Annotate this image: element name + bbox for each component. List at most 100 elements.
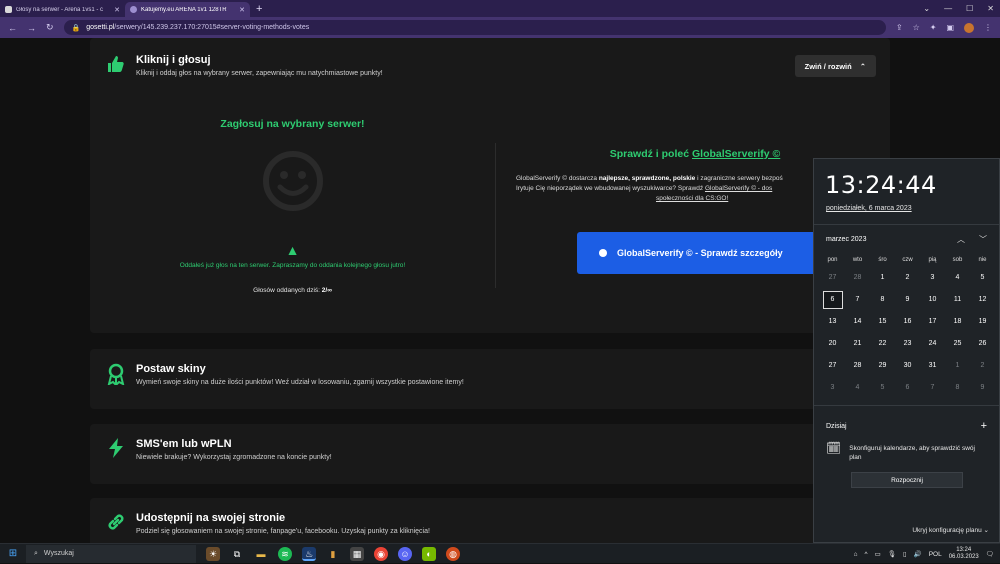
calendar-day-today[interactable]: 6 <box>820 289 845 311</box>
calendar-day[interactable]: 12 <box>970 289 995 311</box>
tray-app-icon[interactable]: ⌂ <box>854 551 858 558</box>
calendar-day[interactable]: 29 <box>870 355 895 377</box>
calendar-day[interactable]: 20 <box>820 333 845 355</box>
network-icon[interactable]: ▭ <box>875 550 881 558</box>
extensions-icon[interactable]: ✦ <box>930 23 937 32</box>
calendar-day[interactable]: 31 <box>920 355 945 377</box>
calendar-day[interactable]: 14 <box>845 311 870 333</box>
nvidia-icon[interactable]: ◐ <box>422 546 436 561</box>
calendar-day[interactable]: 11 <box>945 289 970 311</box>
calendar-day[interactable]: 4 <box>945 267 970 289</box>
calendar-day[interactable]: 26 <box>970 333 995 355</box>
maximize-icon[interactable]: ☐ <box>966 4 973 13</box>
app-icon[interactable]: ▮ <box>326 547 340 561</box>
close-tab-icon[interactable]: ✕ <box>114 6 120 14</box>
full-date-link[interactable]: poniedziałek, 6 marca 2023 <box>814 205 999 212</box>
taskbar-search[interactable]: ⌕ Wyszukaj <box>26 544 196 563</box>
calendar-day[interactable]: 9 <box>895 289 920 311</box>
widget-icon[interactable]: ☀ <box>206 546 220 561</box>
gs-link-2[interactable]: społeczności dla CS:GO! <box>516 195 728 202</box>
calendar-day[interactable]: 30 <box>895 355 920 377</box>
profile-avatar[interactable] <box>964 22 974 33</box>
calendar-day[interactable]: 6 <box>895 377 920 399</box>
calendar-day[interactable]: 21 <box>845 333 870 355</box>
calendar-day[interactable]: 27 <box>820 267 845 289</box>
weekday-header: sob <box>952 257 963 263</box>
add-event-icon[interactable]: + <box>981 420 987 432</box>
calendar-day[interactable]: 22 <box>870 333 895 355</box>
calendar-day[interactable]: 1 <box>870 267 895 289</box>
tab-votes[interactable]: Głosy na serwer - Arena 1vs1 - c ✕ <box>0 2 125 17</box>
tab-katujemy[interactable]: Katujemy.eu ARENA 1v1 128TR ✕ <box>125 2 250 17</box>
back-icon[interactable]: ← <box>8 23 17 33</box>
calendar-day[interactable]: 17 <box>920 311 945 333</box>
discord-icon[interactable]: ☺ <box>398 546 412 561</box>
volume-icon[interactable]: 🔊 <box>914 550 922 558</box>
calendar-day[interactable]: 2 <box>895 267 920 289</box>
app-icon[interactable]: ◍ <box>446 546 460 561</box>
calendar-day[interactable]: 13 <box>820 311 845 333</box>
task-view-icon[interactable]: ⧉ <box>230 547 244 561</box>
day-number: 4 <box>855 384 860 391</box>
calendar-day[interactable]: 24 <box>920 333 945 355</box>
collapse-toggle-button[interactable]: Zwiń / rozwiń ⌃ <box>794 55 876 77</box>
month-label[interactable]: marzec 2023 <box>826 236 866 243</box>
calendar-day[interactable]: 3 <box>920 267 945 289</box>
calendar-day[interactable]: 23 <box>895 333 920 355</box>
forward-icon[interactable]: → <box>27 23 36 33</box>
gs-link[interactable]: GlobalServerify © - dos <box>705 185 772 192</box>
minimize-icon[interactable]: — <box>944 4 952 13</box>
calendar-day[interactable]: 28 <box>845 355 870 377</box>
taskbar-clock[interactable]: 13:24 06.03.2023 <box>949 547 979 561</box>
hide-plan-link[interactable]: Ukryj konfigurację planu ⌄ <box>912 526 989 534</box>
calendar-day[interactable]: 7 <box>845 289 870 311</box>
card-subtitle: Niewiele brakuje? Wykorzystaj zgromadzon… <box>136 454 332 461</box>
chevron-down-icon[interactable]: ﹀ <box>979 234 987 245</box>
calendar-day[interactable]: 25 <box>945 333 970 355</box>
calendar-day[interactable]: 19 <box>970 311 995 333</box>
steam-icon[interactable]: ♨ <box>302 546 316 561</box>
calendar-day[interactable]: 5 <box>970 267 995 289</box>
language-indicator[interactable]: POL <box>929 551 942 558</box>
chevron-up-icon[interactable]: ^ <box>865 551 868 558</box>
app-icon[interactable]: ▦ <box>350 546 364 561</box>
spotify-icon[interactable]: ≋ <box>278 546 292 561</box>
calendar-day[interactable]: 10 <box>920 289 945 311</box>
calendar-day[interactable]: 1 <box>945 355 970 377</box>
reload-icon[interactable]: ↻ <box>46 22 54 33</box>
calendar-day[interactable]: 8 <box>870 289 895 311</box>
close-icon[interactable]: ✕ <box>987 4 994 13</box>
file-explorer-icon[interactable]: ▬ <box>254 547 268 561</box>
sidebar-icon[interactable]: ▣ <box>946 23 954 32</box>
calendar-day[interactable]: 28 <box>845 267 870 289</box>
day-number: 22 <box>878 340 887 347</box>
chevron-up-icon[interactable]: ︿ <box>957 234 965 245</box>
calendar-day[interactable]: 5 <box>870 377 895 399</box>
calendar-day[interactable]: 16 <box>895 311 920 333</box>
calendar-day[interactable]: 27 <box>820 355 845 377</box>
share-icon[interactable]: ⇪ <box>896 23 903 32</box>
calendar-day[interactable]: 4 <box>845 377 870 399</box>
gs-details-button[interactable]: GlobalServerify © - Sprawdź szczegóły <box>577 232 827 274</box>
skins-card: Postaw skiny Wymień swoje skiny na duże … <box>90 349 890 409</box>
windows-start-icon[interactable]: ⊞ <box>0 548 26 559</box>
calendar-day[interactable]: 9 <box>970 377 995 399</box>
address-bar[interactable]: 🔒 gosetti.pl/serwery/145.239.237.170:270… <box>63 20 886 35</box>
chrome-icon[interactable]: ◉ <box>374 546 388 561</box>
calendar-day[interactable]: 7 <box>920 377 945 399</box>
calendar-day[interactable]: 8 <box>945 377 970 399</box>
chevron-down-icon[interactable]: ⌄ <box>923 4 930 13</box>
menu-icon[interactable]: ⋮ <box>984 23 992 32</box>
calendar-day[interactable]: 15 <box>870 311 895 333</box>
battery-icon[interactable]: ▯ <box>903 550 907 558</box>
notification-icon[interactable]: 🗨 <box>986 550 994 558</box>
start-button[interactable]: Rozpocznij <box>851 472 963 488</box>
new-tab-button[interactable]: + <box>256 3 262 15</box>
close-tab-icon[interactable]: ✕ <box>239 6 245 14</box>
calendar-day[interactable]: 2 <box>970 355 995 377</box>
gs-heading-link[interactable]: GlobalServerify © <box>692 148 780 160</box>
bookmark-star-icon[interactable]: ☆ <box>913 23 920 32</box>
calendar-day[interactable]: 3 <box>820 377 845 399</box>
calendar-day[interactable]: 18 <box>945 311 970 333</box>
microphone-icon[interactable]: 🎙 <box>888 550 896 558</box>
